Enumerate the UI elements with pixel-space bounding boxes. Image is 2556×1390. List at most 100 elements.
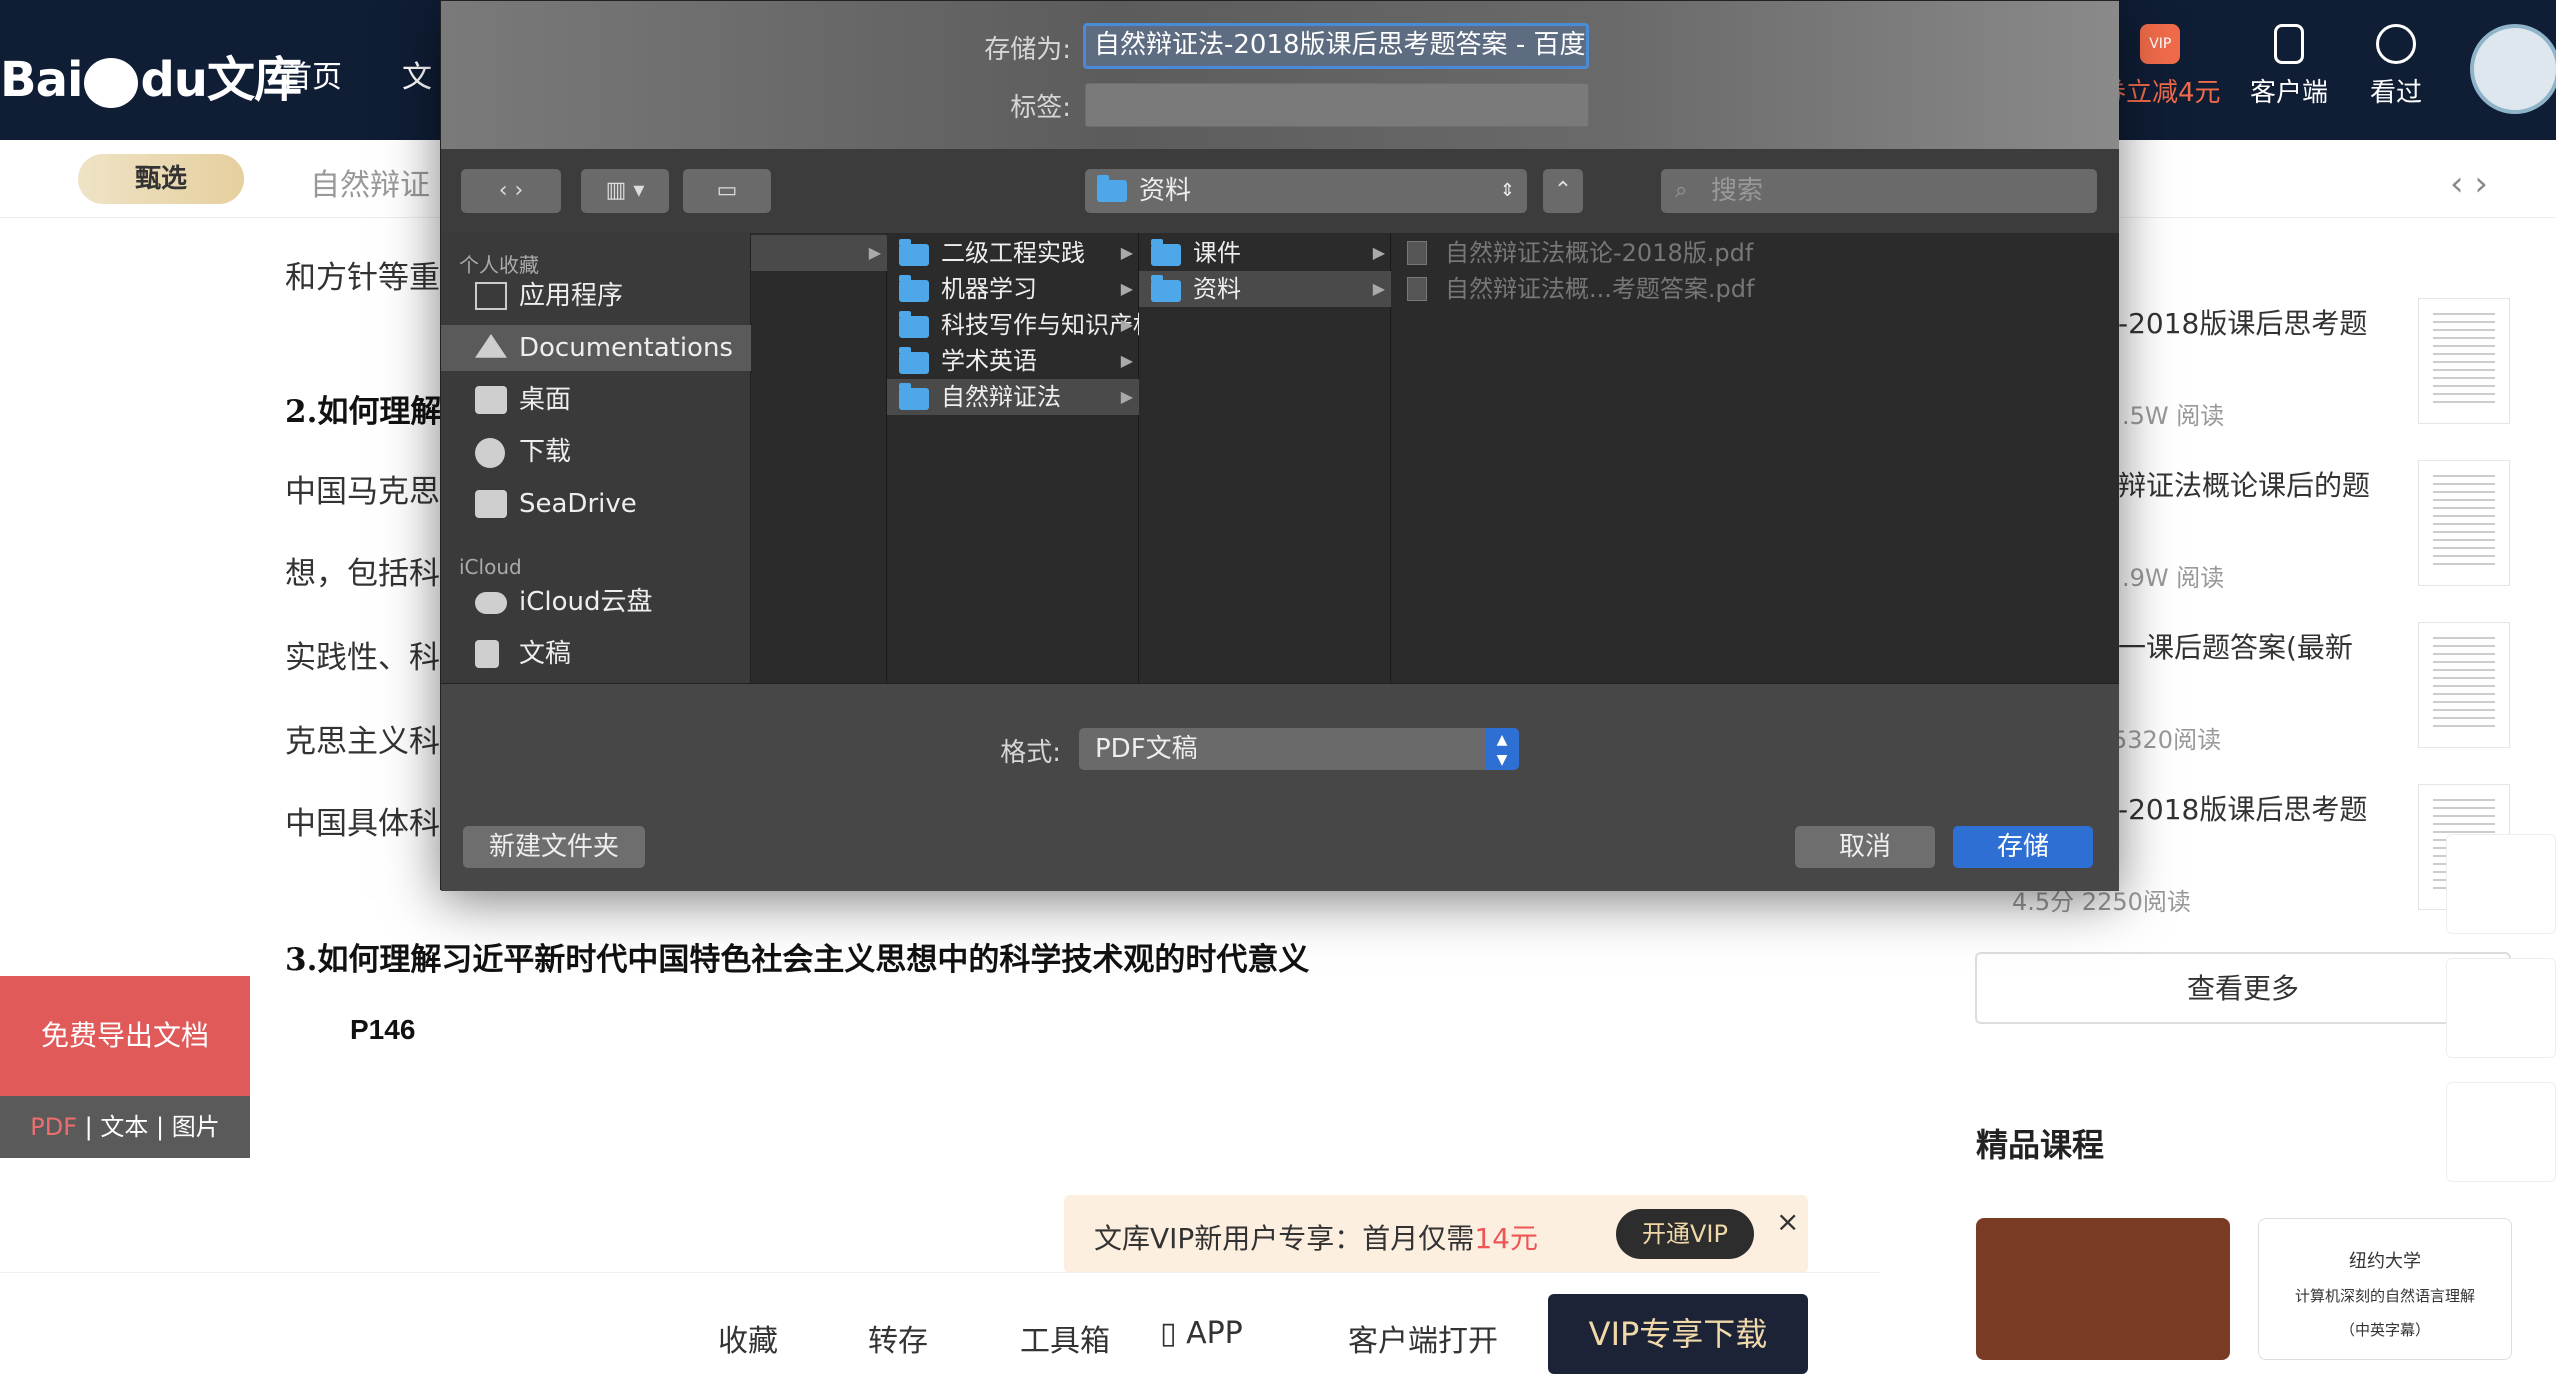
doc-thumbnail[interactable] (2418, 298, 2510, 424)
doc-line: 克思主义科 (285, 724, 440, 760)
breadcrumb[interactable]: 自然辩证 (310, 160, 430, 204)
doc-line: 实践性、科 (285, 640, 440, 676)
doc-line: 想，包括科 (285, 556, 440, 592)
chevron-right-icon: ▶ (1120, 279, 1133, 298)
nav-docs[interactable]: 文 (402, 52, 432, 96)
folder-item[interactable]: 学术英语 ▶ (887, 343, 1139, 379)
file-browser: 个人收藏 应用程序 Documentations 桌面 下载 SeaDrive … (441, 233, 2119, 683)
floating-tool[interactable] (2446, 834, 2556, 934)
app-button[interactable]: ▯ APP (1160, 1316, 1243, 1351)
doc-thumbnail[interactable] (2418, 460, 2510, 586)
folder-item[interactable]: 二级工程实践 ▶ (887, 235, 1139, 271)
history-button[interactable]: 看过 (2370, 24, 2422, 109)
new-folder-button[interactable]: 新建文件夹 (463, 826, 645, 868)
rec-meta: .9W 阅读 (2122, 564, 2225, 592)
view-mode-button[interactable]: ▥ ▾ (581, 169, 669, 213)
rec-title[interactable]: 辩证法概论课后的题 (2118, 464, 2370, 504)
paw-icon (84, 58, 139, 108)
chevron-right-icon: ▶ (1120, 315, 1133, 334)
chevron-up-icon: ⌃ (1553, 178, 1573, 203)
format-label: 格式: (1000, 738, 1061, 768)
rec-title[interactable]: -2018版课后思考题 (2118, 302, 2367, 342)
pdf-file-icon (1407, 277, 1427, 301)
search-input[interactable]: ⌕ 搜索 (1661, 169, 2097, 213)
folder-item[interactable]: 科技写作与知识产权 ▶ (887, 307, 1157, 343)
chevron-right-icon[interactable]: › (515, 178, 524, 203)
export-image[interactable]: 图片 (172, 1113, 220, 1141)
cancel-button[interactable]: 取消 (1795, 826, 1935, 868)
dialog-footer: 格式: PDF文稿 ▲ ▼ 新建文件夹 取消 存储 (441, 683, 2119, 891)
rec-meta: 5320阅读 (2112, 726, 2222, 754)
format-select[interactable]: PDF文稿 ▲ ▼ (1079, 728, 1519, 770)
save-as-label: 存储为: (984, 35, 1071, 65)
separator: | (156, 1113, 165, 1141)
chevron-right-icon: ▶ (1120, 387, 1133, 406)
rec-title[interactable]: 一课后题答案(最新 (2118, 626, 2353, 666)
desktop-icon (475, 386, 507, 414)
sidebar-item-documentations[interactable]: Documentations (441, 325, 751, 371)
folder-item-selected[interactable]: 自然辩证法 ▶ (887, 379, 1139, 415)
doc-heading-q3: 3.如何理解习近平新时代中国特色社会主义思想中的科学技术观的时代意义 (285, 942, 1310, 978)
folder-item[interactable]: 课件 ▶ (1139, 235, 1391, 271)
user-avatar[interactable] (2470, 24, 2556, 114)
sidebar-item-seadrive[interactable]: SeaDrive (441, 481, 751, 527)
course-text: （中英字幕） (2339, 1321, 2430, 1339)
free-export-button[interactable]: 免费导出文档 (0, 976, 250, 1096)
selection-chip[interactable]: 甄选 (78, 154, 244, 204)
toolbox-button[interactable]: 工具箱 (1020, 1316, 1110, 1360)
sidebar-item-icloud-drive[interactable]: iCloud云盘 (441, 579, 751, 625)
gift-icon: VIP (2140, 24, 2181, 64)
expand-collapse-button[interactable]: ⌃ (1543, 169, 1583, 213)
export-text[interactable]: 文本 (100, 1113, 148, 1141)
floating-tool[interactable] (2446, 1082, 2556, 1182)
doc-line: 中国马克思 (285, 474, 440, 510)
back-forward-buttons[interactable]: ‹ › (461, 169, 561, 213)
promo-text: 文库VIP新用户专享：首月仅需14元 (1094, 1222, 1538, 1255)
collect-button[interactable]: 收藏 (718, 1316, 778, 1360)
course-text: 纽约大学 (2349, 1251, 2421, 1272)
client-open-button[interactable]: 客户端打开 (1348, 1316, 1498, 1360)
close-icon[interactable]: × (1776, 1205, 1799, 1238)
floating-tool[interactable] (2446, 958, 2556, 1058)
folder-icon (899, 347, 929, 374)
sidebar-item-desktop[interactable]: 桌面 (441, 377, 751, 423)
folder-item[interactable]: 机器学习 ▶ (887, 271, 1139, 307)
tags-input[interactable] (1085, 83, 1589, 127)
view-more-button[interactable]: 查看更多 (1975, 952, 2511, 1024)
icloud-header: iCloud (459, 555, 522, 579)
rec-title[interactable]: -2018版课后思考题 (2118, 788, 2367, 828)
nav-home[interactable]: 首页 (282, 52, 342, 96)
sidebar-item-downloads[interactable]: 下载 (441, 429, 751, 475)
doc-thumbnail[interactable] (2418, 622, 2510, 748)
client-button[interactable]: 客户端 (2250, 24, 2328, 109)
sidebar-item-documents[interactable]: 文稿 (441, 631, 751, 677)
column0-selected[interactable]: ▶ (751, 235, 887, 271)
save-as-input[interactable]: 自然辩证法-2018版课后思考题答案 - 百度 (1083, 23, 1589, 69)
location-popup[interactable]: 资料 ⇕ (1085, 169, 1527, 213)
vip-promo-banner: 文库VIP新用户专享：首月仅需14元 开通VIP × (1064, 1195, 1808, 1273)
save-button[interactable]: 存储 (1953, 826, 2093, 868)
course-card[interactable]: 纽约大学 计算机深刻的自然语言理解 （中英字幕） (2258, 1218, 2512, 1360)
baidu-wenku-logo[interactable]: Bai du文库 (0, 40, 302, 110)
new-folder-icon-button[interactable]: ▭ (683, 169, 771, 213)
folder-icon (1151, 275, 1181, 302)
open-vip-button[interactable]: 开通VIP (1616, 1209, 1754, 1259)
chevron-right-icon: ▶ (868, 243, 881, 262)
chevron-left-icon[interactable]: ‹ (499, 178, 508, 203)
folder-icon (899, 275, 929, 302)
column-2: 课件 ▶ 资料 ▶ (1139, 233, 1391, 683)
folder-item-selected[interactable]: 资料 ▶ (1139, 271, 1391, 307)
search-icon: ⌕ (1675, 178, 1688, 203)
sidebar-item-applications[interactable]: 应用程序 (441, 273, 751, 319)
rec-meta: .5W 阅读 (2122, 402, 2225, 430)
carousel-arrows[interactable]: ‹ › (2450, 164, 2488, 204)
transfer-button[interactable]: 转存 (868, 1316, 928, 1360)
clock-icon (2376, 24, 2416, 64)
vip-download-button[interactable]: VIP专享下载 (1548, 1294, 1808, 1374)
course-text: 计算机深刻的自然语言理解 (2294, 1287, 2475, 1305)
folder-plus-icon: ▭ (716, 178, 738, 203)
chevron-right-icon: ▶ (1372, 243, 1385, 262)
course-card[interactable] (1976, 1218, 2230, 1360)
export-pdf[interactable]: PDF (30, 1113, 77, 1141)
courses-heading: 精品课程 (1976, 1126, 2105, 1164)
